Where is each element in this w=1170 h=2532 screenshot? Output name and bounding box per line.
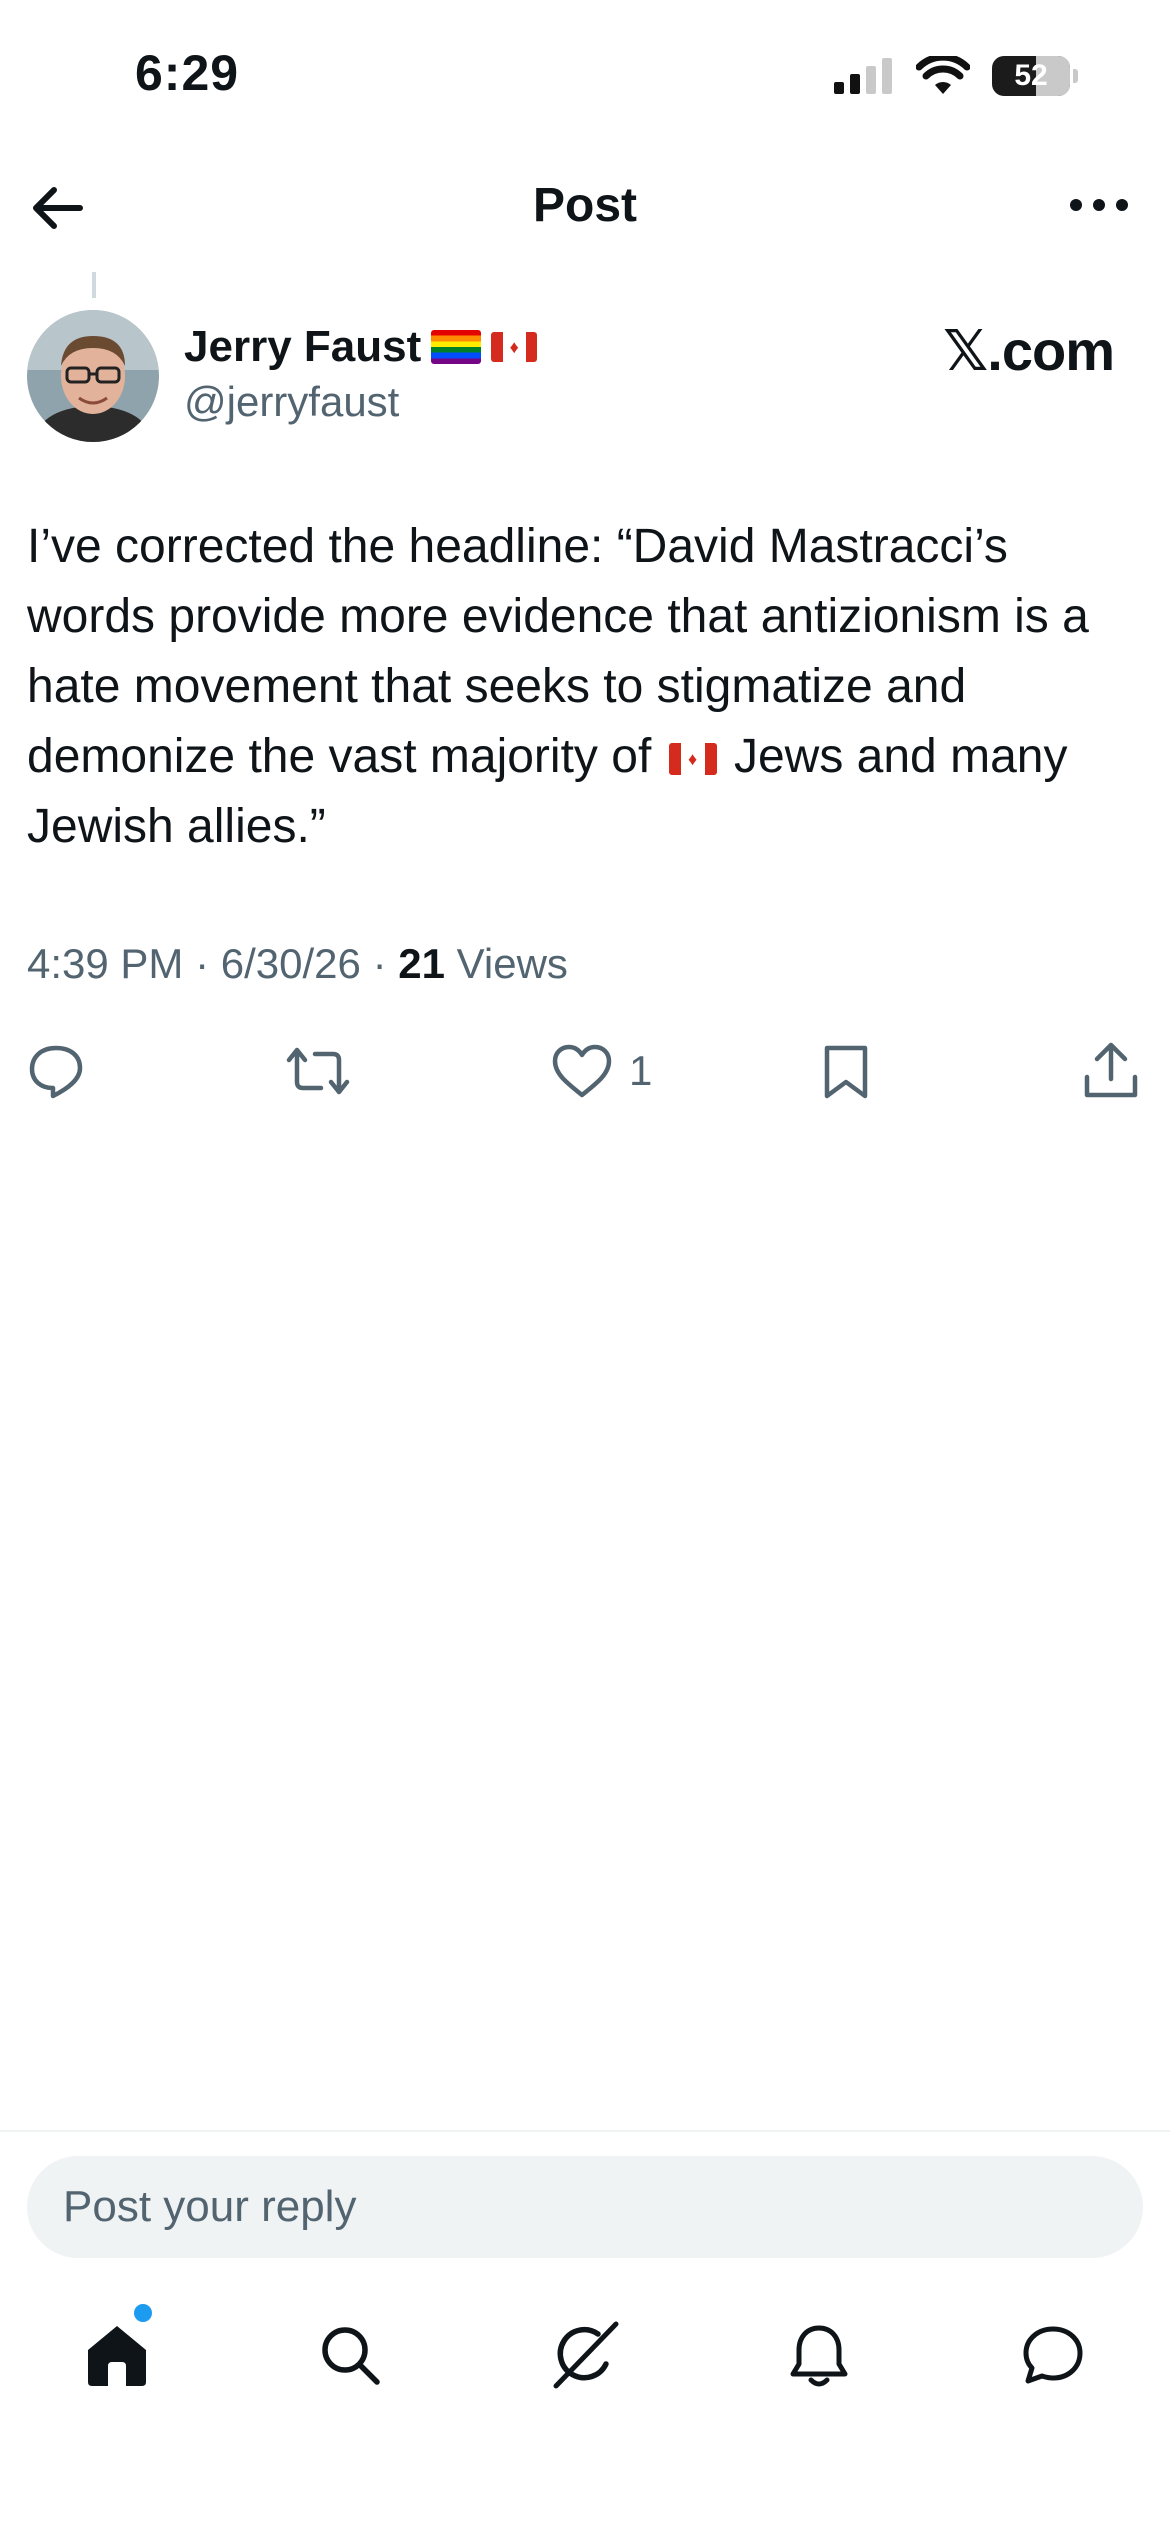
tab-grok[interactable] (540, 2310, 630, 2400)
divider (0, 2130, 1170, 2132)
x-com-logo: 𝕏.com (943, 319, 1115, 382)
rainbow-flag-icon (431, 330, 482, 364)
tab-search[interactable] (305, 2310, 395, 2400)
canada-flag-icon: ♦ (491, 332, 538, 362)
tab-bar (0, 2304, 1170, 2400)
reply-icon (29, 1045, 83, 1099)
home-notification-dot (134, 2304, 152, 2322)
views-label[interactable]: Views (457, 940, 568, 987)
author-handle[interactable]: @jerryfaust (184, 378, 399, 426)
search-icon (322, 2327, 380, 2385)
share-button[interactable] (1081, 1036, 1141, 1106)
bookmark-icon (824, 1045, 868, 1099)
page-title: Post (532, 179, 637, 232)
heart-icon (552, 1044, 612, 1098)
author-name[interactable]: Jerry Faust ♦ (184, 322, 538, 372)
home-icon (88, 2326, 146, 2386)
action-bar: 1 (27, 1036, 1143, 1106)
post-time: 4:39 PM (27, 940, 184, 987)
grok-icon (553, 2321, 619, 2389)
cellular-signal-icon (834, 58, 892, 94)
tab-notifications[interactable] (774, 2310, 864, 2400)
author-name-text: Jerry Faust (184, 322, 422, 371)
like-button[interactable]: 1 (551, 1036, 652, 1106)
reply-placeholder: Post your reply (63, 2182, 357, 2231)
post-date: 6/30/26 (220, 940, 361, 987)
views-count[interactable]: 21 (398, 940, 445, 987)
like-count: 1 (629, 1047, 653, 1094)
messages-icon (1023, 2326, 1083, 2384)
status-time: 6:29 (135, 45, 240, 101)
repost-icon (286, 1047, 350, 1095)
tab-messages[interactable] (1008, 2310, 1098, 2400)
meta-separator: · (195, 940, 210, 987)
canada-flag-icon: ♦ (668, 743, 717, 775)
bookmark-button[interactable] (821, 1036, 871, 1106)
avatar[interactable] (27, 310, 159, 442)
wifi-icon (916, 56, 970, 94)
post-text: I’ve corrected the headline: “David Mast… (27, 512, 1137, 862)
tab-home[interactable] (72, 2304, 162, 2400)
post-meta: 4:39 PM · 6/30/26 · 21 Views (27, 940, 568, 988)
thread-connector (92, 272, 96, 298)
more-options-icon[interactable] (1064, 180, 1134, 230)
battery-icon: 52 (992, 56, 1078, 96)
reply-button[interactable] (27, 1036, 85, 1106)
meta-separator: · (372, 940, 387, 987)
battery-level: 52 (1014, 59, 1048, 92)
share-icon (1084, 1042, 1138, 1098)
notifications-icon (790, 2325, 848, 2387)
reply-input[interactable]: Post your reply (27, 2156, 1143, 2258)
back-arrow-icon[interactable] (28, 178, 88, 238)
repost-button[interactable] (285, 1036, 351, 1106)
status-icons: 52 (834, 52, 1078, 100)
